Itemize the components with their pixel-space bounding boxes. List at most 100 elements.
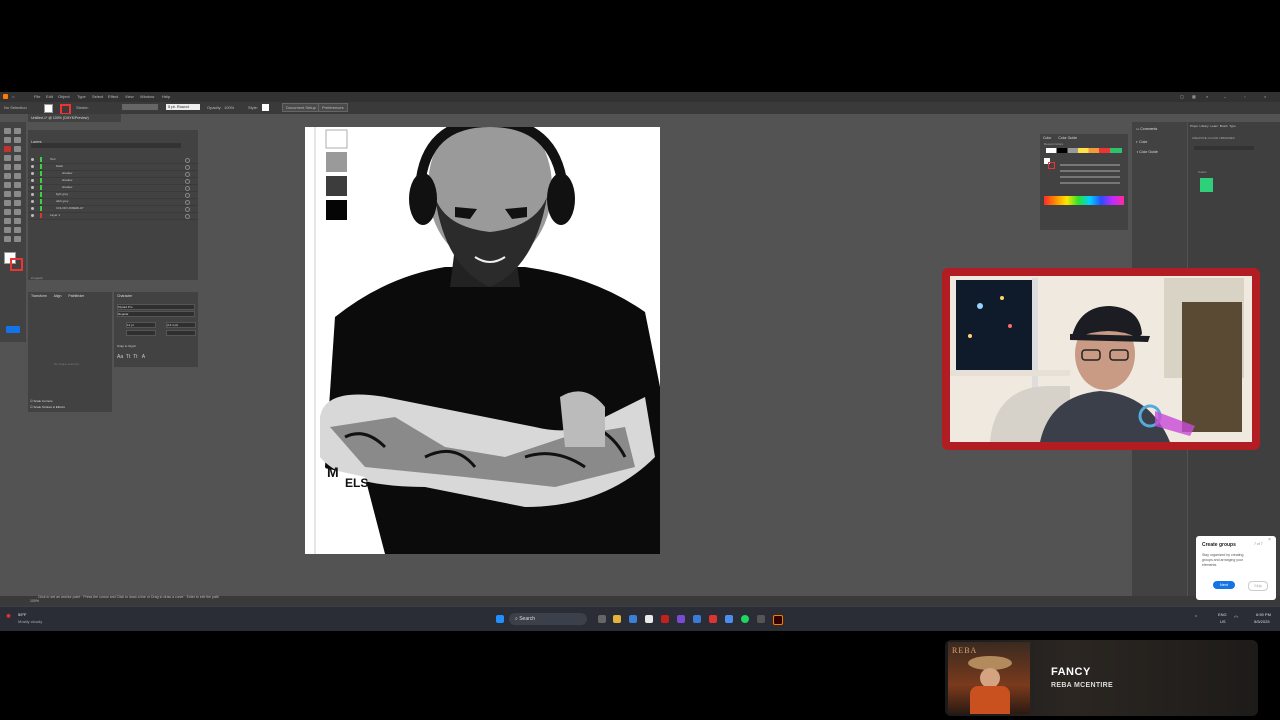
task-view-icon[interactable]	[598, 615, 606, 623]
tab-color[interactable]: Color	[1043, 136, 1051, 140]
menu-object[interactable]: Object	[58, 94, 70, 99]
home-icon[interactable]: ⌂	[12, 94, 14, 99]
tooltip-skip-button[interactable]: Skip	[1248, 581, 1268, 591]
slice-tool-icon[interactable]	[14, 227, 21, 233]
weather-temp[interactable]: 59°F	[18, 612, 27, 617]
artboard[interactable]: M ELS	[305, 127, 660, 554]
edit-toolbar-button[interactable]	[6, 326, 20, 333]
tab-brush[interactable]: Brush	[1220, 124, 1228, 128]
file-explorer-icon[interactable]	[613, 615, 621, 623]
type-tool-icon[interactable]	[4, 155, 11, 161]
mail-icon[interactable]	[629, 615, 637, 623]
visibility-icon[interactable]	[31, 158, 34, 161]
close-icon[interactable]: ×	[1264, 94, 1266, 99]
share-icon[interactable]: ▢	[1180, 94, 1184, 99]
tab-type[interactable]: Type	[1229, 124, 1236, 128]
tab-pathfinder[interactable]: Pathfinder	[68, 294, 84, 298]
language-indicator[interactable]: ENG	[1218, 612, 1227, 617]
windows-start-icon[interactable]	[496, 615, 504, 623]
tab-learn[interactable]: Learn	[1210, 124, 1218, 128]
m-slider[interactable]	[1060, 170, 1120, 172]
y-slider[interactable]	[1060, 176, 1120, 178]
artboard-tool-icon[interactable]	[4, 227, 11, 233]
preferences-button[interactable]: Preferences	[318, 103, 348, 112]
graphic-style-swatch[interactable]	[262, 104, 269, 111]
library-search-input[interactable]	[1194, 146, 1254, 150]
visibility-icon[interactable]	[31, 186, 34, 189]
case-buttons[interactable]: Aa Tt Tt A	[117, 354, 145, 360]
symbol-sprayer-tool-icon[interactable]	[14, 218, 21, 224]
font-family-select[interactable]: Myriad Pro	[117, 304, 195, 310]
weather-icon[interactable]: ✺	[6, 613, 11, 620]
mesh-tool-icon[interactable]	[4, 209, 11, 215]
selection-tool-icon[interactable]	[4, 128, 11, 134]
opacity-value[interactable]: 100%	[224, 105, 234, 110]
direct-selection-tool-icon[interactable]	[14, 128, 21, 134]
tray-chevron-icon[interactable]: ⌃	[1194, 615, 1198, 621]
tooltip-next-button[interactable]: Next	[1213, 581, 1235, 589]
font-style-select[interactable]: Regular	[117, 311, 195, 317]
visibility-icon[interactable]	[31, 214, 34, 217]
minimize-icon[interactable]: –	[1224, 94, 1226, 99]
obs-icon[interactable]	[677, 615, 685, 623]
rectangle-tool-icon[interactable]	[4, 164, 11, 170]
scale-corners-checkbox[interactable]: ☑ Scale Corners	[30, 399, 53, 403]
menu-effect[interactable]: Effect	[108, 94, 118, 99]
paintbrush-tool-icon[interactable]	[14, 164, 21, 170]
app-icon-3[interactable]	[709, 615, 717, 623]
document-setup-button[interactable]: Document Setup	[282, 103, 320, 112]
tooltip-close-icon[interactable]: ×	[1268, 537, 1271, 543]
font-size-input[interactable]: 12 pt	[126, 322, 156, 328]
tab-color-guide[interactable]: Color Guide	[1058, 136, 1077, 140]
hand-tool-icon[interactable]	[4, 236, 11, 242]
tab-transform[interactable]: Transform	[31, 294, 47, 298]
color-spectrum[interactable]	[1044, 196, 1124, 205]
app-icon-4[interactable]	[725, 615, 733, 623]
network-icon[interactable]: ◠	[1234, 615, 1238, 621]
scale-strokes-checkbox[interactable]: ☑ Scale Strokes & Effects	[30, 405, 65, 409]
curvature-tool-icon[interactable]	[14, 146, 21, 152]
menu-select[interactable]: Select	[92, 94, 103, 99]
visibility-icon[interactable]	[31, 200, 34, 203]
app-icon-5[interactable]	[757, 615, 765, 623]
leading-input[interactable]: (14.4 pt)	[166, 322, 196, 328]
chrome-icon[interactable]	[645, 615, 653, 623]
scale-tool-icon[interactable]	[14, 182, 21, 188]
comments-panel-button[interactable]: ▭ Comments	[1136, 127, 1157, 131]
kerning-input[interactable]	[126, 330, 156, 336]
menu-edit[interactable]: Edit	[46, 94, 53, 99]
color-guide-panel-button[interactable]: ◑ Color Guide	[1136, 150, 1158, 154]
stroke-indicator[interactable]	[1048, 162, 1055, 169]
shape-builder-tool-icon[interactable]	[4, 200, 11, 206]
menu-type[interactable]: Type	[77, 94, 86, 99]
app-icon-2[interactable]	[693, 615, 701, 623]
menu-file[interactable]: File	[34, 94, 40, 99]
rotate-tool-icon[interactable]	[4, 182, 11, 188]
tab-align[interactable]: Align	[54, 294, 62, 298]
gradient-tool-icon[interactable]	[14, 200, 21, 206]
tab-props[interactable]: Props	[1190, 124, 1198, 128]
tracking-input[interactable]	[166, 330, 196, 336]
visibility-icon[interactable]	[31, 179, 34, 182]
menu-help[interactable]: Help	[162, 94, 170, 99]
eraser-tool-icon[interactable]	[14, 173, 21, 179]
document-tab[interactable]: Untitled-1* @ 100% (CMYK/Preview)	[28, 114, 121, 122]
tab-library[interactable]: Library	[1200, 124, 1209, 128]
line-tool-icon[interactable]	[14, 155, 21, 161]
recent-swatches[interactable]	[1046, 148, 1122, 153]
stroke-color-box[interactable]	[10, 258, 23, 271]
lasso-tool-icon[interactable]	[14, 137, 21, 143]
arrange-icon[interactable]: ▦	[1192, 94, 1196, 99]
magic-wand-tool-icon[interactable]	[4, 137, 11, 143]
width-tool-icon[interactable]	[4, 191, 11, 197]
brush-definition[interactable]: 5 pt. Round	[166, 104, 200, 110]
visibility-icon[interactable]	[31, 193, 34, 196]
tab-character[interactable]: Character	[117, 294, 132, 298]
shaper-tool-icon[interactable]	[4, 173, 11, 179]
eyedropper-tool-icon[interactable]	[14, 209, 21, 215]
zoom-tool-icon[interactable]	[14, 236, 21, 242]
layers-search-input[interactable]	[31, 143, 181, 148]
illustrator-icon[interactable]	[773, 615, 783, 625]
maximize-icon[interactable]: ▫	[1244, 94, 1245, 99]
visibility-icon[interactable]	[31, 207, 34, 210]
